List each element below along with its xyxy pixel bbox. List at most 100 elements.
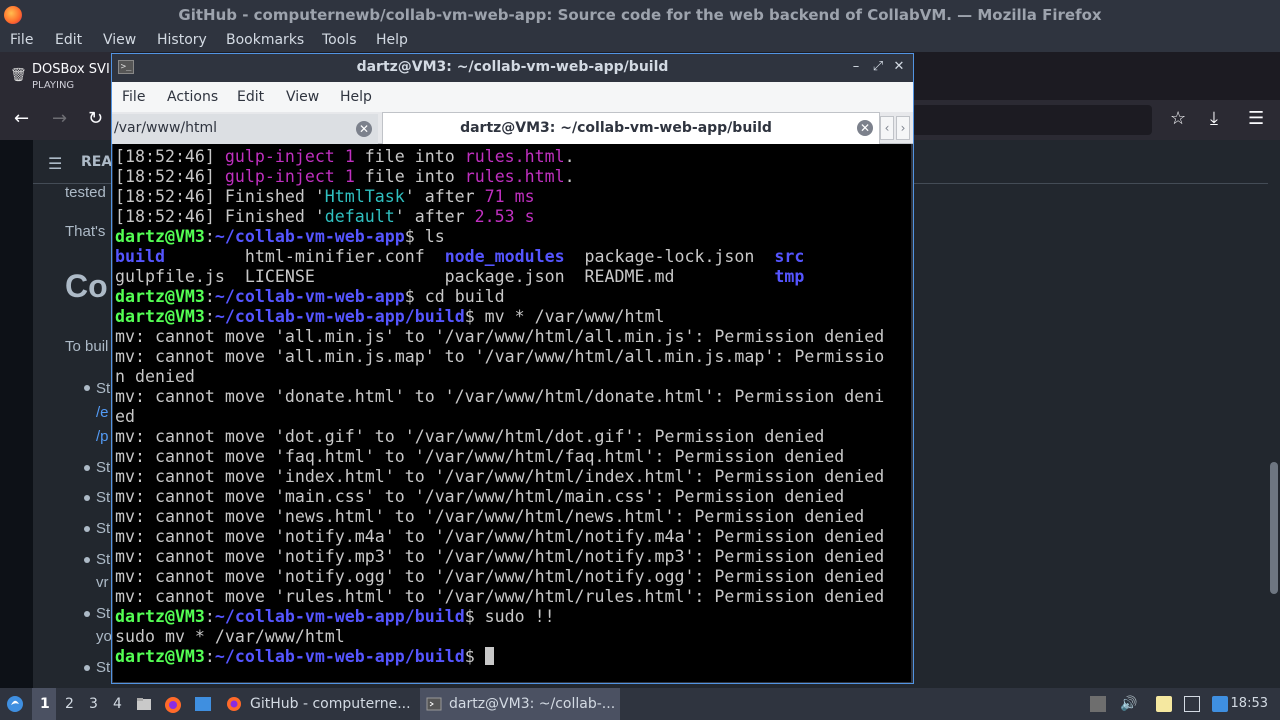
bullet-dot: [84, 611, 90, 617]
terminal-line: mv: cannot move 'all.min.js.map' to '/va…: [115, 347, 885, 366]
workspace-1[interactable]: 1: [40, 696, 50, 712]
bullet-dot: [84, 465, 90, 471]
list-item: St: [96, 659, 111, 676]
terminal-lines: [18:52:46] gulp-inject 1 file into rules…: [115, 147, 884, 667]
terminal-scrollbar[interactable]: [907, 144, 911, 682]
konsole-titlebar[interactable]: >_ dartz@VM3: ~/collab-vm-web-app/build …: [112, 54, 913, 82]
konsole-tab-build[interactable]: dartz@VM3: ~/collab-vm-web-app/build ✕: [382, 112, 880, 144]
konsole-menu-file[interactable]: File: [122, 89, 145, 105]
page-scrollbar[interactable]: [1268, 140, 1280, 688]
konsole-menu-edit[interactable]: Edit: [237, 89, 264, 105]
menu-history[interactable]: History: [157, 32, 207, 48]
menu-view[interactable]: View: [103, 32, 136, 48]
terminal-line: [18:52:46] gulp-inject 1 file into rules…: [115, 147, 575, 166]
close-button[interactable]: ✕: [891, 59, 907, 75]
menu-bookmarks[interactable]: Bookmarks: [226, 32, 304, 48]
list-link[interactable]: /e: [96, 404, 109, 421]
page-scroll-thumb[interactable]: [1270, 462, 1278, 594]
terminal-line: mv: cannot move 'news.html' to '/var/www…: [115, 507, 865, 526]
konsole-tabbar: /var/www/html ✕ dartz@VM3: ~/collab-vm-w…: [112, 112, 913, 144]
konsole-menu-help[interactable]: Help: [340, 89, 372, 105]
back-button[interactable]: ←: [14, 108, 29, 129]
terminal-icon: [426, 697, 442, 711]
maximize-button[interactable]: ⤢: [870, 59, 886, 75]
firefox-launcher-icon[interactable]: [164, 696, 182, 714]
menu-edit[interactable]: Edit: [55, 32, 82, 48]
bookmark-star-icon[interactable]: ☆: [1170, 108, 1186, 129]
terminal-line: mv: cannot move 'notify.mp3' to '/var/ww…: [115, 547, 885, 566]
clock: 18:53: [1230, 696, 1268, 711]
konsole-menu-actions[interactable]: Actions: [167, 89, 218, 105]
tab-playing-label: PLAYING: [32, 80, 75, 91]
terminal-line: mv: cannot move 'rules.html' to '/var/ww…: [115, 587, 885, 606]
forward-button[interactable]: →: [52, 108, 67, 129]
clipboard-icon[interactable]: [1156, 696, 1172, 712]
workspace-4[interactable]: 4: [113, 696, 122, 712]
terminal-line: mv: cannot move 'index.html' to '/var/ww…: [115, 467, 885, 486]
list-item-cont: yo: [96, 628, 112, 645]
tab-close-icon[interactable]: ✕: [356, 121, 372, 137]
tab-scroll-right-icon[interactable]: ›: [896, 116, 910, 140]
bullet-dot: [84, 526, 90, 532]
konsole-menubar: File Actions Edit View Help: [112, 82, 913, 112]
list-icon[interactable]: ☰: [48, 154, 62, 173]
taskbar-terminal-button[interactable]: dartz@VM3: ~/collab-...: [420, 688, 620, 720]
terminal-line: ed: [115, 407, 135, 426]
terminal-line: dartz@VM3:~/collab-vm-web-app$ cd build: [115, 287, 505, 306]
tray-placeholder-icon[interactable]: [1090, 696, 1106, 712]
konsole-tab-label: /var/www/html: [114, 120, 218, 136]
list-item: St: [96, 520, 111, 537]
terminal-line: dartz@VM3:~/collab-vm-web-app$ ls: [115, 227, 445, 246]
konsole-tab-var-www[interactable]: /var/www/html ✕: [112, 114, 378, 144]
terminal-line: gulpfile.js LICENSE package.json README.…: [115, 267, 805, 286]
list-item: St: [96, 459, 111, 476]
taskbar-app-label: dartz@VM3: ~/collab-...: [449, 696, 616, 712]
list-item: St: [96, 551, 111, 568]
app-menu-icon[interactable]: ☰: [1248, 108, 1264, 129]
downloads-icon[interactable]: ⤓: [1210, 108, 1218, 129]
minimize-button[interactable]: –: [848, 59, 864, 75]
menu-help[interactable]: Help: [376, 32, 408, 48]
browser-tab-dosbox[interactable]: 🗑 DOSBox SVI PLAYING: [0, 52, 112, 100]
terminal-line: n denied: [115, 367, 195, 386]
workspace-3[interactable]: 3: [89, 696, 98, 712]
terminal-cursor: [484, 647, 494, 665]
tab-close-icon[interactable]: ✕: [857, 120, 873, 136]
network-icon[interactable]: [1212, 696, 1228, 712]
taskbar-firefox-button[interactable]: GitHub - computerne...: [226, 688, 416, 720]
firefox-window-title: GitHub - computernewb/collab-vm-web-app:…: [178, 6, 1102, 24]
terminal-line: mv: cannot move 'main.css' to '/var/www/…: [115, 487, 845, 506]
taskbar: 1 2 3 4 GitHub - computerne... dartz@VM3…: [0, 688, 1280, 720]
display-icon[interactable]: [1184, 696, 1200, 712]
terminal-line: dartz@VM3:~/collab-vm-web-app/build$ sud…: [115, 607, 555, 626]
tab-scroll-left-icon[interactable]: ‹: [880, 116, 894, 140]
text-thats: That's: [65, 223, 106, 240]
terminal-line: mv: cannot move 'notify.ogg' to '/var/ww…: [115, 567, 885, 586]
url-bar[interactable]: [912, 105, 1152, 135]
konsole-window-title: dartz@VM3: ~/collab-vm-web-app/build: [356, 59, 669, 75]
menu-tools[interactable]: Tools: [322, 32, 357, 48]
file-manager-icon[interactable]: [136, 696, 152, 712]
konsole-menu-view[interactable]: View: [286, 89, 319, 105]
terminal-line: mv: cannot move 'donate.html' to '/var/w…: [115, 387, 885, 406]
volume-icon[interactable]: 🔊: [1120, 696, 1137, 712]
konsole-window: >_ dartz@VM3: ~/collab-vm-web-app/build …: [111, 53, 914, 684]
firefox-icon: [227, 697, 241, 711]
terminal-output[interactable]: [18:52:46] gulp-inject 1 file into rules…: [113, 144, 911, 682]
terminal-line: [18:52:46] Finished 'HtmlTask' after 71 …: [115, 187, 535, 206]
menu-file[interactable]: File: [10, 32, 33, 48]
reload-button[interactable]: ↻: [88, 108, 103, 129]
workspace-2[interactable]: 2: [65, 696, 74, 712]
list-item: St: [96, 380, 111, 397]
list-link[interactable]: /p: [96, 428, 109, 445]
list-item-cont: vr: [96, 574, 109, 591]
tab-audio-icon: 🗑: [10, 68, 27, 83]
start-menu-icon[interactable]: [6, 695, 24, 713]
list-item: St: [96, 489, 111, 506]
firefox-titlebar: GitHub - computernewb/collab-vm-web-app:…: [0, 0, 1280, 30]
konsole-tab-label: dartz@VM3: ~/collab-vm-web-app/build: [460, 120, 772, 136]
desktop-icon[interactable]: [194, 696, 212, 712]
bullet-dot: [84, 385, 90, 391]
terminal-line: dartz@VM3:~/collab-vm-web-app/build$: [115, 647, 884, 667]
bullet-dot: [84, 557, 90, 563]
